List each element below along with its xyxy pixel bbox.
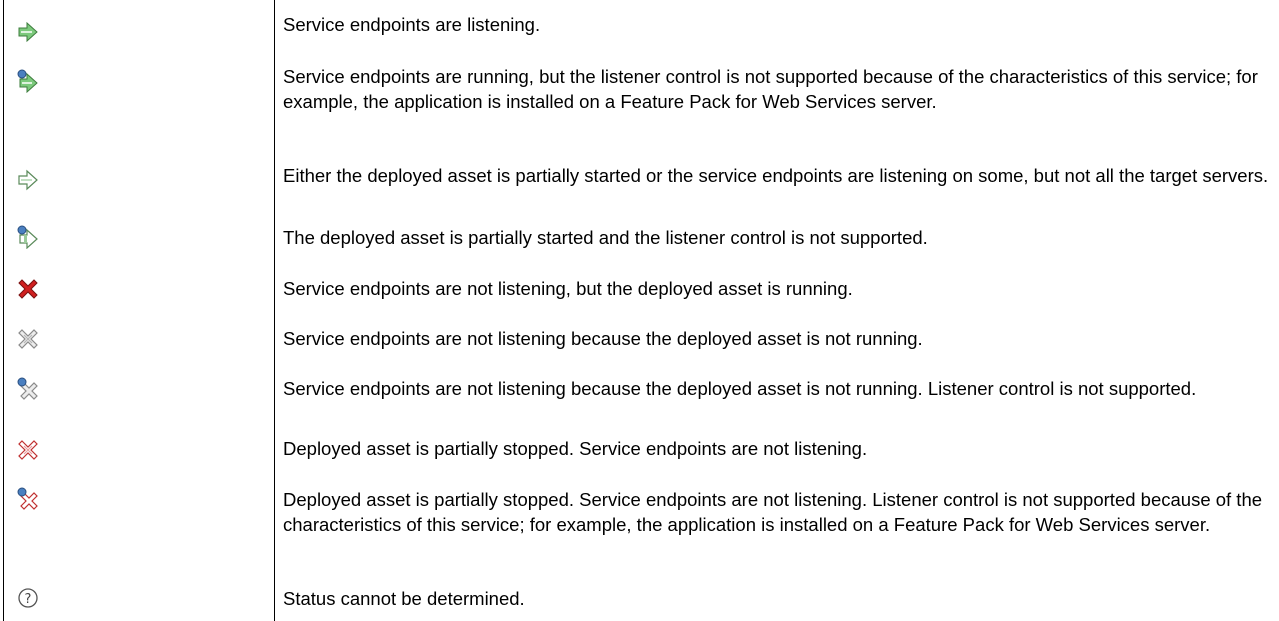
svg-text:?: ? [25, 592, 32, 607]
legend-text: Service endpoints are running, but the l… [283, 66, 1258, 112]
stopped-grey-icon [16, 327, 40, 351]
partial-started-unsupported-icon [16, 225, 40, 249]
legend-text: Service endpoints are not listening, but… [283, 278, 853, 299]
table-column-divider [274, 0, 275, 621]
legend-text: Deployed asset is partially stopped. Ser… [283, 438, 868, 459]
legend-text: The deployed asset is partially started … [283, 227, 928, 248]
started-icon [16, 20, 40, 44]
partial-stopped-icon [16, 438, 40, 462]
started-unsupported-icon [16, 69, 40, 93]
stopped-red-icon [16, 277, 40, 301]
partial-started-icon [16, 168, 40, 192]
legend-text: Service endpoints are not listening beca… [283, 378, 1197, 399]
legend-text: Service endpoints are not listening beca… [283, 328, 923, 349]
unknown-status-icon: ? [16, 586, 40, 610]
stopped-grey-unsupported-icon [16, 377, 40, 401]
table-left-border [3, 0, 4, 621]
legend-text: Service endpoints are listening. [283, 14, 541, 35]
legend-text: Status cannot be determined. [283, 588, 525, 609]
status-legend-table: Service endpoints are listening. Service… [0, 0, 1279, 621]
legend-text: Either the deployed asset is partially s… [283, 165, 1269, 186]
legend-text: Deployed asset is partially stopped. Ser… [283, 489, 1263, 535]
partial-stopped-unsupported-icon [16, 487, 40, 511]
